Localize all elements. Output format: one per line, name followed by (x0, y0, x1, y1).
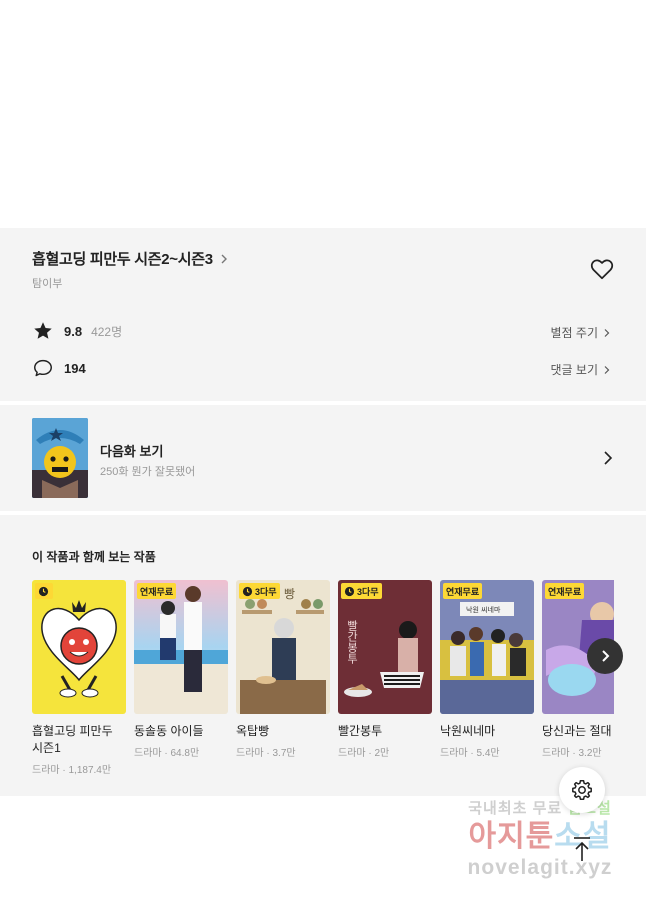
badge-label: 연재무료 (446, 586, 480, 597)
blank-header-area (0, 0, 646, 228)
next-episode-label: 다음화 보기 (100, 444, 164, 459)
cover-lettering: 빵 (284, 587, 295, 601)
clock-icon (242, 586, 253, 596)
recommendations-section: 이 작품과 함께 보는 작품 흡혈고딩 피만두 시즌1 드라마 · 1,187.… (0, 515, 646, 796)
watermark: 국내최초 무료 웹소설 아지툰소설 novelagit.xyz (440, 797, 640, 897)
card-title: 동솔동 아이들 (134, 724, 204, 738)
rating-count: 422명 (91, 324, 123, 339)
recommendation-card[interactable]: 빨간봉투 3다무 빨간봉투 드라마 · 2만 (338, 580, 432, 759)
card-meta: 드라마 · 64.8만 (134, 748, 200, 759)
cover-lettering: 낙원 씨네마 (466, 605, 501, 614)
cover-image: 연재무료 (134, 580, 228, 714)
arrow-up-icon (574, 837, 590, 861)
comments-button-label: 댓글 보기 (550, 363, 599, 377)
cover-image: 빨간봉투 3다무 (338, 580, 432, 714)
card-title: 낙원씨네마 (440, 724, 496, 738)
recommendation-card[interactable]: 낙원 씨네마 연재무료 낙원씨네마 드라마 · 5.4만 (440, 580, 534, 759)
badge-label: 연재무료 (548, 586, 582, 597)
work-info-section: 흡혈고딩 피만두 시즌2~시즌3 탐이부 9.8 422명 별점 주기 194 … (0, 228, 646, 401)
author-name[interactable]: 탐이부 (32, 275, 62, 291)
settings-button[interactable] (559, 767, 605, 813)
work-title-link[interactable]: 흡혈고딩 피만두 시즌2~시즌3 (32, 248, 231, 269)
cover-image: 낙원 씨네마 연재무료 (440, 580, 534, 714)
badge-label: 연재무료 (140, 586, 174, 597)
next-episode-subtitle: 250화 뭔가 잘못됐어 (100, 466, 196, 478)
card-meta: 드라마 · 2만 (338, 748, 390, 759)
comments-button[interactable]: 댓글 보기 (551, 361, 613, 378)
chevron-right-icon (221, 254, 227, 263)
recommendations-heading: 이 작품과 함께 보는 작품 (32, 550, 156, 564)
watermark-line-3: novelagit.xyz (467, 856, 613, 879)
comment-count: 194 (64, 360, 86, 376)
recommendation-card[interactable]: 빵 3다무 옥탑빵 드라마 · 3.7만 (236, 580, 330, 759)
badge-label: 3다무 (357, 586, 379, 597)
free-badge: 연재무료 (137, 583, 177, 599)
recommendation-carousel: 흡혈고딩 피만두 시즌1 드라마 · 1,187.4만 연재무료 동솔동 아이들… (32, 580, 614, 790)
chevron-right-icon (604, 365, 610, 374)
clock-icon (38, 586, 49, 596)
cover-image: 빵 3다무 (236, 580, 330, 714)
star-icon (34, 322, 52, 339)
card-title: 흡혈고딩 피만두 시즌1 (32, 724, 113, 755)
card-title: 당신과는 절대 (542, 724, 612, 738)
wait-free-badge: 3다무 (341, 583, 382, 599)
watermark-line-2: 아지툰소설 (440, 818, 640, 856)
scroll-to-top-button[interactable] (569, 834, 595, 864)
heart-icon[interactable] (589, 256, 615, 282)
comments-row: 194 (32, 357, 86, 379)
comment-bubble-icon (34, 359, 52, 377)
next-episode-card[interactable]: 다음화 보기 250화 뭔가 잘못됐어 (0, 405, 646, 511)
card-meta: 드라마 · 1,187.4만 (32, 765, 112, 776)
wait-free-badge: 3다무 (239, 583, 280, 599)
recommendation-card[interactable]: 흡혈고딩 피만두 시즌1 드라마 · 1,187.4만 (32, 580, 126, 776)
chevron-right-icon (604, 451, 613, 465)
gear-icon (572, 780, 592, 800)
watermark-line-1: 국내최초 무료 웹소설 (440, 797, 640, 818)
chevron-right-icon (604, 328, 610, 337)
wait-free-badge (35, 583, 53, 599)
work-title: 흡혈고딩 피만두 시즌2~시즌3 (32, 251, 213, 268)
card-title: 빨간봉투 (338, 724, 383, 738)
recommendation-card[interactable]: 연재무료 동솔동 아이들 드라마 · 64.8만 (134, 580, 228, 759)
carousel-next-button[interactable] (587, 638, 623, 674)
chevron-right-icon (602, 650, 610, 662)
badge-label: 3다무 (255, 586, 277, 597)
card-meta: 드라마 · 5.4만 (440, 748, 500, 759)
card-meta: 드라마 · 3.2만 (542, 748, 602, 759)
cover-lettering: 빨간봉투 (346, 620, 359, 665)
rating-value: 9.8 (64, 323, 83, 339)
watermark-text: 국내최초 무료 (468, 800, 568, 817)
rate-button[interactable]: 별점 주기 (551, 324, 613, 341)
next-episode-thumbnail (32, 418, 88, 498)
free-badge: 연재무료 (545, 583, 585, 599)
card-title: 옥탑빵 (236, 724, 270, 738)
rating-row: 9.8 422명 (32, 320, 122, 342)
card-meta: 드라마 · 3.7만 (236, 748, 296, 759)
watermark-text: 아지툰 (468, 820, 555, 853)
clock-icon (344, 586, 355, 596)
free-badge: 연재무료 (443, 583, 483, 599)
cover-image (32, 580, 126, 714)
rate-button-label: 별점 주기 (550, 326, 599, 340)
